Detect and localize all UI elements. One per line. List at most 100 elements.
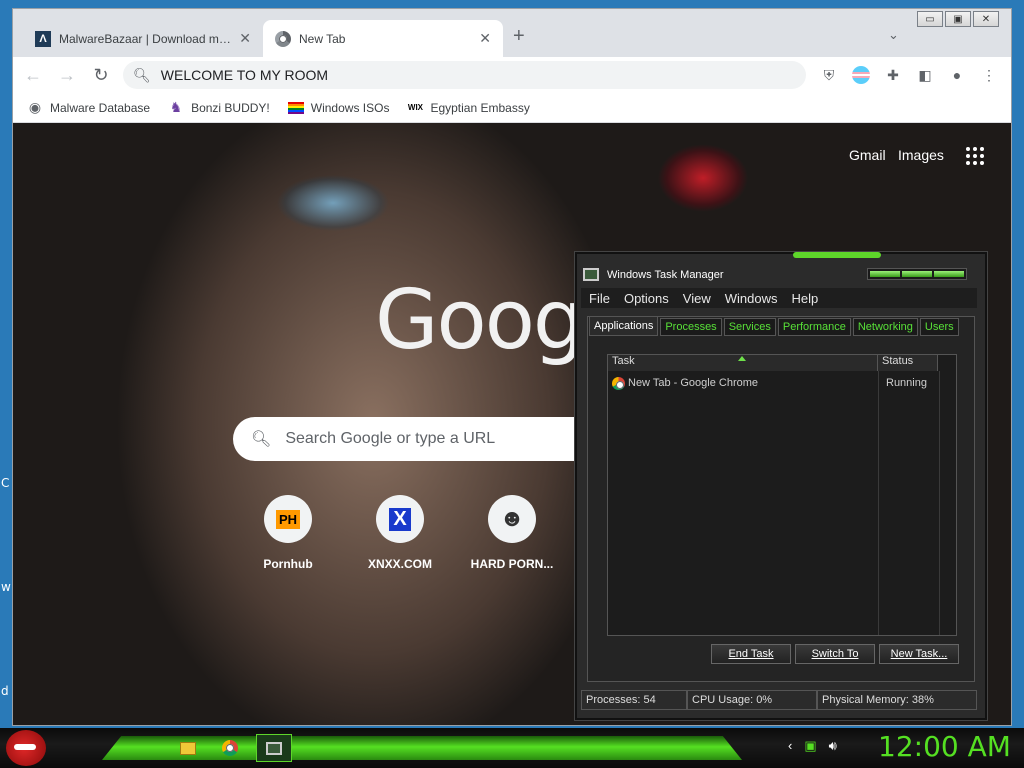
bookmark-label: Egyptian Embassy xyxy=(430,100,530,115)
task-manager-window: Windows Task Manager File Options View W… xyxy=(575,252,987,720)
search-placeholder: Search Google or type a URL xyxy=(285,430,496,447)
row-task: New Tab - Google Chrome xyxy=(612,376,878,390)
minimize-button[interactable]: ▭ xyxy=(917,11,943,27)
column-header-task[interactable]: Task xyxy=(608,355,878,371)
taskbar: ‹ ▣ 🔊︎ 12:00 AM xyxy=(0,728,1024,768)
desktop-text-fragment: d xyxy=(1,684,9,698)
address-bar-value: WELCOME TO MY ROOM xyxy=(160,67,329,83)
tab-new-tab[interactable]: New Tab ✕ xyxy=(263,20,503,57)
tab-networking[interactable]: Networking xyxy=(852,318,918,336)
tab-title: New Tab xyxy=(299,31,346,46)
system-tray: ‹ ▣ 🔊︎ xyxy=(788,738,837,754)
restore-button[interactable]: ▣ xyxy=(945,11,971,27)
task-manager-taskbar-icon[interactable] xyxy=(256,734,292,762)
forward-arrow-icon[interactable]: → xyxy=(53,61,81,89)
column-divider xyxy=(939,371,940,635)
gmail-link[interactable]: Gmail xyxy=(849,147,886,163)
google-apps-icon[interactable] xyxy=(966,147,984,165)
column-header-status[interactable]: Status xyxy=(878,355,938,371)
row-task-name: New Tab - Google Chrome xyxy=(628,377,759,389)
shortcut-label: Pornhub xyxy=(263,557,313,571)
shortcut-label: HARD PORN... xyxy=(470,557,554,571)
tab-services[interactable]: Services xyxy=(723,318,776,336)
tab-title: MalwareBazaar | Download malware samples xyxy=(59,31,233,46)
shortcut-hard-porn[interactable]: ☻ HARD PORN... xyxy=(457,495,567,571)
minimize-button[interactable] xyxy=(870,271,900,277)
menu-view[interactable]: View xyxy=(683,291,711,306)
bookmark-bonzi-buddy[interactable]: ♞ Bonzi BUDDY! xyxy=(168,99,270,116)
google-search-box[interactable]: 🔍︎ Search Google or type a URL xyxy=(233,417,633,461)
bookmarks-bar: ◉ Malware Database ♞ Bonzi BUDDY! Window… xyxy=(13,93,1011,123)
new-task-button[interactable]: New Task... xyxy=(879,644,959,664)
status-processes: Processes: 54 xyxy=(581,690,687,710)
bookmark-egyptian-embassy[interactable]: WIX Egyptian Embassy xyxy=(407,100,530,116)
list-header: Task Status xyxy=(608,355,956,371)
back-arrow-icon[interactable]: ← xyxy=(19,61,47,89)
volume-icon[interactable]: 🔊︎ xyxy=(829,738,837,754)
desktop-text-fragment: w xyxy=(1,580,11,594)
maximize-button[interactable] xyxy=(902,271,932,277)
close-button[interactable]: ✕ xyxy=(973,11,999,27)
rainbow-flag-icon xyxy=(287,101,304,114)
toolbar: ← → ↻ 🔍︎ WELCOME TO MY ROOM ⛨ ✚ ◧ ● ⋮ xyxy=(13,57,1011,93)
close-tab-icon[interactable]: ✕ xyxy=(239,30,251,47)
kebab-menu-icon[interactable]: ⋮ xyxy=(977,63,1001,87)
puzzle-extensions-icon[interactable]: ✚ xyxy=(881,63,905,87)
menu-options[interactable]: Options xyxy=(624,291,669,306)
tab-malwarebazaar[interactable]: Λ MalwareBazaar | Download malware sampl… xyxy=(23,20,263,57)
switch-to-button[interactable]: Switch To xyxy=(795,644,875,664)
task-manager-title: Windows Task Manager xyxy=(583,268,724,281)
network-icon[interactable]: ▣ xyxy=(804,738,816,754)
menu-windows[interactable]: Windows xyxy=(725,291,778,306)
close-button[interactable] xyxy=(934,271,964,277)
globe-icon: ◉ xyxy=(28,99,42,115)
bonzi-icon: ♞ xyxy=(169,99,183,115)
search-icon: 🔍︎ xyxy=(251,431,272,448)
start-angry-bird-icon[interactable] xyxy=(6,730,46,766)
close-tab-icon[interactable]: ✕ xyxy=(479,30,491,47)
tab-strip: Λ MalwareBazaar | Download malware sampl… xyxy=(13,9,1011,57)
applications-list[interactable]: Task Status New Tab - Google Chrome Runn… xyxy=(607,354,957,636)
bookmark-label: Malware Database xyxy=(50,100,151,115)
title-glow xyxy=(793,252,881,258)
tab-applications[interactable]: Applications xyxy=(589,316,659,336)
menu-file[interactable]: File xyxy=(589,291,610,306)
address-bar[interactable]: 🔍︎ WELCOME TO MY ROOM xyxy=(123,61,806,89)
shortcut-xnxx[interactable]: X XNXX.COM xyxy=(345,495,455,571)
column-divider xyxy=(878,371,879,635)
window-controls: ▭ ▣ ✕ xyxy=(917,11,999,27)
bookmark-windows-isos[interactable]: Windows ISOs xyxy=(287,101,389,115)
tab-processes[interactable]: Processes xyxy=(660,318,722,336)
reload-icon[interactable]: ↻ xyxy=(87,61,115,89)
menu-bar: File Options View Windows Help xyxy=(581,288,977,308)
window-controls xyxy=(867,268,967,280)
profile-avatar-icon[interactable]: ● xyxy=(945,63,969,87)
status-memory: Physical Memory: 38% xyxy=(817,690,977,710)
images-link[interactable]: Images xyxy=(898,147,944,163)
pornhub-icon: PH xyxy=(264,495,312,543)
tab-users[interactable]: Users xyxy=(919,318,959,336)
xnxx-icon: X xyxy=(376,495,424,543)
window-title: Windows Task Manager xyxy=(607,268,724,281)
ublock-shield-icon[interactable]: ⛨ xyxy=(817,63,841,87)
chrome-taskbar-icon[interactable] xyxy=(212,734,248,762)
new-tab-button[interactable]: + xyxy=(513,25,525,48)
end-task-button[interactable]: End Task xyxy=(711,644,791,664)
clock[interactable]: 12:00 AM xyxy=(878,730,1011,763)
wix-icon: WIX xyxy=(407,103,423,112)
shortcut-pornhub[interactable]: PH Pornhub xyxy=(233,495,343,571)
tab-search-chevron-icon[interactable]: ⌄ xyxy=(888,27,899,43)
table-row[interactable]: New Tab - Google Chrome Running xyxy=(612,375,956,391)
tray-arrow-icon[interactable]: ‹ xyxy=(788,738,792,754)
file-explorer-icon[interactable] xyxy=(170,734,206,762)
raccoon-icon: ☻ xyxy=(488,495,536,543)
menu-help[interactable]: Help xyxy=(791,291,818,306)
extensions-area: ⛨ ✚ ◧ ● ⋮ xyxy=(817,63,1001,87)
trans-flag-extension-icon[interactable] xyxy=(852,66,870,84)
tab-performance[interactable]: Performance xyxy=(777,318,851,336)
side-panel-icon[interactable]: ◧ xyxy=(913,63,937,87)
bookmark-malware-database[interactable]: ◉ Malware Database xyxy=(27,99,151,116)
row-status: Running xyxy=(886,377,927,389)
bookmark-label: Bonzi BUDDY! xyxy=(191,100,270,115)
shortcut-label: XNXX.COM xyxy=(367,557,432,571)
